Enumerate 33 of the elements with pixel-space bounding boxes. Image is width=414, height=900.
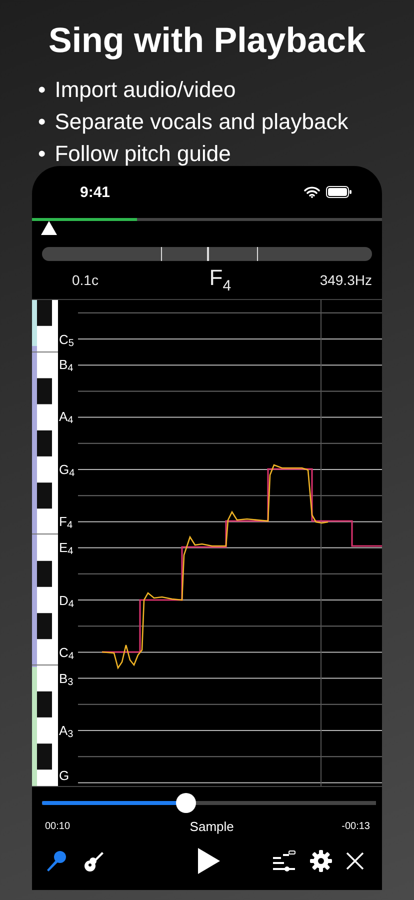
close-icon[interactable] [344, 850, 366, 872]
note-label: A$_{3}$ [59, 723, 74, 740]
note-label: G$_{4}$ [59, 462, 75, 479]
mixer-icon[interactable] [270, 848, 298, 874]
elapsed-time: 00:10 [45, 821, 70, 832]
note-label: C$_{5}$ [59, 332, 74, 349]
note-reading: F$_{4}$ [209, 265, 232, 295]
play-button[interactable] [196, 846, 222, 876]
note-label: C$_{4}$ [59, 645, 74, 662]
note-label: E$_{4}$ [59, 540, 74, 557]
note-label: G [59, 768, 70, 783]
battery-icon [326, 186, 352, 198]
slider-thumb[interactable] [176, 793, 196, 813]
bullet: • [38, 76, 46, 104]
wifi-icon [304, 186, 320, 198]
cents-reading: 0.1c [72, 272, 98, 288]
feature-text: Follow pitch guide [54, 140, 231, 168]
note-label: D$_{4}$ [59, 593, 74, 610]
song-progress-track[interactable] [32, 218, 382, 221]
bullet: • [38, 108, 46, 136]
settings-icon[interactable] [308, 848, 334, 874]
note-label: B$_{3}$ [59, 671, 74, 688]
status-time: 9:41 [80, 184, 112, 200]
track-title: Sample [190, 819, 234, 834]
remaining-time: -00:13 [342, 821, 370, 832]
note-label: B$_{4}$ [59, 357, 74, 374]
feature-text: Import audio/video [54, 76, 236, 104]
frequency-reading: 349.3Hz [320, 272, 372, 288]
headline: Sing with Playback [47, 20, 367, 62]
bullet: • [38, 140, 46, 168]
note-label: F$_{4}$ [59, 514, 73, 531]
feature-text: Separate vocals and playback [54, 108, 348, 136]
note-label: A$_{4}$ [59, 409, 74, 426]
